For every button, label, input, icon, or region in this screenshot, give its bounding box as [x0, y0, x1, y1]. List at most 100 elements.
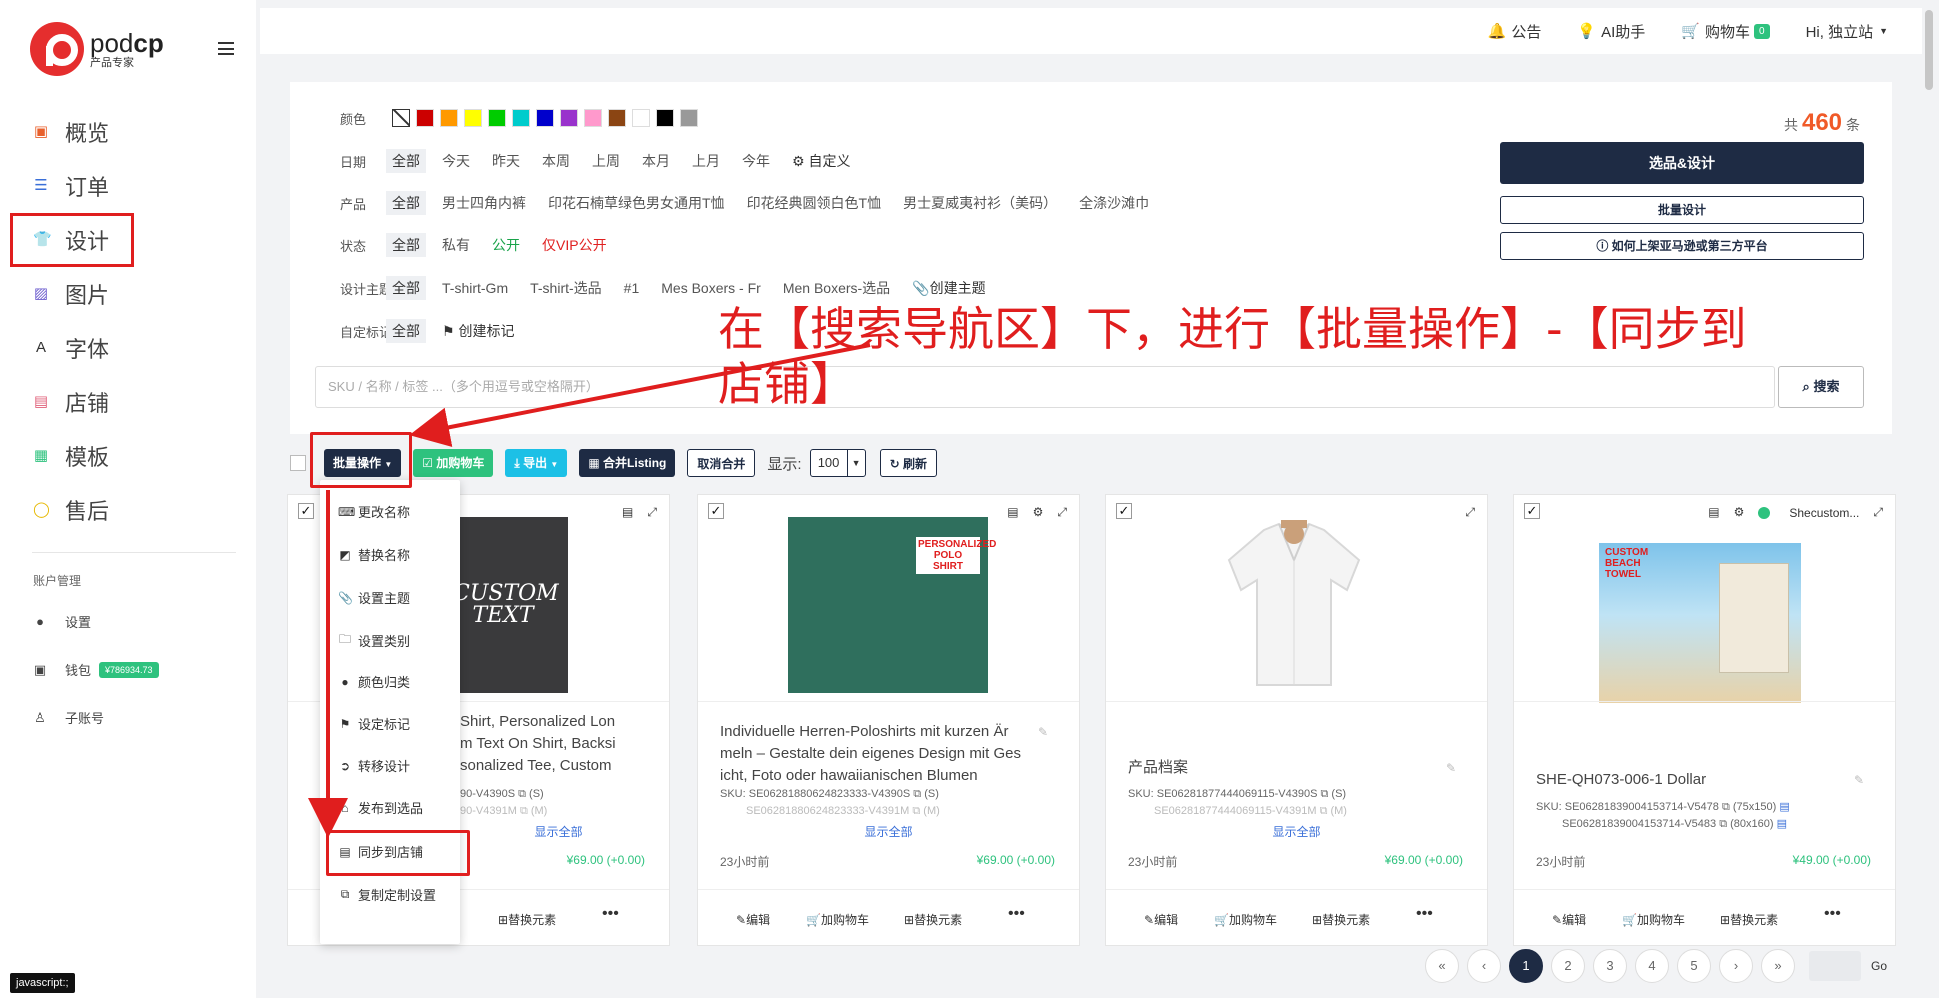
color-swatch[interactable] [488, 109, 506, 127]
show-all-link[interactable]: 显示全部 [698, 823, 1079, 840]
product-title[interactable]: SHE-QH073-006-1 Dollar [1536, 769, 1856, 791]
product-option[interactable]: 印花石楠草绿色男女通用T恤 [548, 193, 725, 213]
store-icon[interactable]: ▤ [1007, 505, 1018, 520]
notice-link[interactable]: 🔔 公告 [1488, 21, 1542, 42]
more-actions-icon[interactable]: ••• [1416, 905, 1433, 923]
date-custom-option[interactable]: ⚙ 自定义 [792, 151, 850, 171]
sidebar-item-templates[interactable]: ▦ 模板 [0, 429, 256, 483]
product-card[interactable]: ✓ ▤ ⚙ Shecustom... ⤢ CUSTOM BEACH TOWEL … [1513, 494, 1896, 946]
select-design-button[interactable]: 选品&设计 [1500, 142, 1864, 184]
expand-icon[interactable]: ⤢ [647, 505, 657, 520]
sidebar-item-overview[interactable]: ▣ 概览 [0, 105, 256, 159]
sidebar-item-subaccount[interactable]: ♙ 子账号 [33, 708, 233, 727]
color-swatch[interactable] [584, 109, 602, 127]
expand-icon[interactable]: ⤢ [1465, 505, 1475, 520]
color-swatch[interactable] [560, 109, 578, 127]
sidebar-item-wallet[interactable]: ▣ 钱包 ¥786934.73 [33, 660, 233, 679]
copy-icon[interactable]: ⧉ [520, 805, 528, 817]
menu-item-publish-selection[interactable]: ⌂ 发布到选品 [338, 798, 423, 817]
copy-icon[interactable]: ⧉ [1719, 818, 1727, 830]
date-option[interactable]: 本周 [542, 151, 570, 171]
date-option[interactable]: 全部 [386, 149, 426, 173]
product-option[interactable]: 全部 [386, 191, 426, 215]
product-option[interactable]: 印花经典圆领白色T恤 [747, 193, 882, 213]
card-checkbox[interactable]: ✓ [298, 503, 314, 519]
menu-item-set-mark[interactable]: ⚑ 设定标记 [338, 714, 410, 733]
product-image[interactable] [1214, 517, 1374, 693]
expand-icon[interactable]: ⤢ [1873, 505, 1883, 520]
date-option[interactable]: 昨天 [492, 151, 520, 171]
expand-icon[interactable]: ⤢ [1057, 505, 1067, 520]
page-first-button[interactable]: « [1425, 949, 1459, 983]
unmerge-button[interactable]: 取消合并 [687, 449, 756, 477]
page-button[interactable]: 2 [1551, 949, 1585, 983]
color-swatch[interactable] [440, 109, 458, 127]
merge-listing-button[interactable]: ▦ 合并Listing [579, 449, 676, 477]
theme-option[interactable]: Men Boxers-选品 [783, 278, 890, 298]
search-button[interactable]: ⌕ 搜索 [1778, 366, 1864, 408]
copy-icon[interactable]: ⧉ [1320, 788, 1328, 800]
store-icon[interactable]: ▤ [622, 505, 633, 520]
menu-item-transfer-design[interactable]: ➲ 转移设计 [338, 756, 410, 775]
edit-button[interactable]: ✎编辑 [1144, 911, 1178, 928]
select-all-checkbox[interactable] [290, 455, 306, 471]
settings-icon[interactable]: ⚙ [1734, 505, 1745, 520]
date-option[interactable]: 今年 [742, 151, 770, 171]
product-title[interactable]: Individuelle Herren-Poloshirts mit kurze… [720, 721, 1040, 787]
sidebar-item-fonts[interactable]: A 字体 [0, 321, 256, 375]
cart-link[interactable]: 🛒 购物车 0 [1681, 21, 1770, 42]
page-button[interactable]: 5 [1677, 949, 1711, 983]
page-jump-input[interactable] [1809, 951, 1861, 981]
color-swatch[interactable] [680, 109, 698, 127]
copy-icon[interactable]: ⧉ [1320, 805, 1328, 817]
color-swatch[interactable] [512, 109, 530, 127]
mark-option[interactable]: 全部 [386, 319, 426, 343]
menu-item-replace-name[interactable]: ◩ 替换名称 [338, 545, 410, 564]
card-checkbox[interactable]: ✓ [708, 503, 724, 519]
create-theme-link[interactable]: 📎创建主题 [912, 278, 985, 298]
create-mark-link[interactable]: ⚑ 创建标记 [442, 321, 514, 341]
sidebar-item-orders[interactable]: ☰ 订单 [0, 159, 256, 213]
export-button[interactable]: ⤓ 导出 ▼ [505, 449, 568, 477]
sidebar-item-stores[interactable]: ▤ 店铺 [0, 375, 256, 429]
replace-element-button[interactable]: ⊞替换元素 [904, 911, 962, 928]
add-cart-button[interactable]: 🛒加购物车 [1214, 911, 1277, 928]
more-actions-icon[interactable]: ••• [602, 905, 619, 923]
card-checkbox[interactable]: ✓ [1524, 503, 1540, 519]
menu-item-set-theme[interactable]: 📎 设置主题 [338, 588, 410, 607]
color-swatch[interactable] [536, 109, 554, 127]
edit-title-icon[interactable]: ✎ [1038, 725, 1048, 739]
ai-assistant-link[interactable]: 💡 AI助手 [1577, 21, 1645, 42]
theme-option[interactable]: 全部 [386, 276, 426, 300]
card-checkbox[interactable]: ✓ [1116, 503, 1132, 519]
product-title[interactable]: 产品档案 [1128, 757, 1448, 779]
status-option[interactable]: 公开 [492, 235, 520, 255]
brand-logo[interactable]: podcp 产品专家 [30, 22, 164, 76]
page-size-select[interactable]: 100 ▼ [809, 449, 866, 477]
page-button[interactable]: 1 [1509, 949, 1543, 983]
replace-element-button[interactable]: ⊞替换元素 [1720, 911, 1778, 928]
menu-item-rename[interactable]: ⌨ 更改名称 [338, 502, 410, 521]
batch-design-button[interactable]: 批量设计 [1500, 196, 1864, 224]
theme-option[interactable]: Mes Boxers - Fr [661, 280, 761, 296]
status-option[interactable]: 全部 [386, 233, 426, 257]
page-prev-button[interactable]: ‹ [1467, 949, 1501, 983]
edit-title-icon[interactable]: ✎ [1446, 761, 1456, 775]
date-option[interactable]: 今天 [442, 151, 470, 171]
show-all-link[interactable]: 显示全部 [1106, 823, 1487, 840]
user-menu[interactable]: Hi, 独立站 ▼ [1806, 21, 1888, 42]
menu-item-set-category[interactable]: 🗀 设置类别 [338, 630, 410, 651]
theme-option[interactable]: #1 [624, 280, 640, 296]
copy-icon[interactable]: ⧉ [913, 788, 921, 800]
page-button[interactable]: 3 [1593, 949, 1627, 983]
menu-item-copy-custom[interactable]: ⧉ 复制定制设置 [338, 885, 436, 904]
edit-title-icon[interactable]: ✎ [1854, 773, 1864, 787]
page-scrollbar[interactable] [1925, 10, 1933, 90]
edit-button[interactable]: ✎编辑 [736, 911, 770, 928]
how-to-list-button[interactable]: ⓘ 如何上架亚马逊或第三方平台 [1500, 232, 1864, 260]
color-swatch[interactable] [632, 109, 650, 127]
date-option[interactable]: 上月 [692, 151, 720, 171]
page-go-button[interactable]: Go [1871, 959, 1887, 973]
copy-icon[interactable]: ⧉ [1722, 801, 1730, 813]
theme-option[interactable]: T-shirt-选品 [530, 278, 602, 298]
